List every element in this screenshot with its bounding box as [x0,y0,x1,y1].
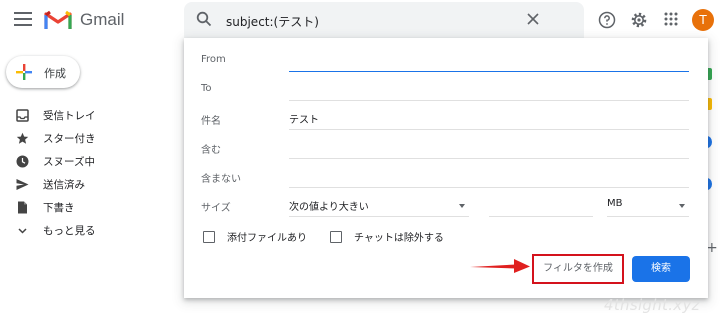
from-field[interactable] [289,50,689,72]
help-icon[interactable] [598,11,616,29]
sidebar-item-drafts[interactable]: 下書き [0,196,170,219]
watermark: 4thsight.xyz [604,296,700,314]
advanced-search-panel: From To 件名 含む 含まない サイズ 次の値より大きい MB [184,38,708,298]
size-label: サイズ [201,203,231,214]
size-operator-select[interactable]: 次の値より大きい [289,195,469,217]
apps-grid-icon[interactable] [663,11,679,27]
sidebar-item-more[interactable]: もっと見る [0,219,170,242]
sidebar-item-starred[interactable]: スター付き [0,127,170,150]
exclude-chats-checkbox[interactable] [330,231,342,243]
size-row: サイズ 次の値より大きい MB [184,195,708,217]
sidebar-item-label: スター付き [43,133,96,145]
compose-button[interactable]: 作成 [6,56,80,88]
account-avatar[interactable]: T [692,9,714,31]
has-attachment-checkbox[interactable] [203,231,215,243]
from-label: From [201,54,226,65]
annotation-arrow-icon [470,259,530,273]
has-attachment-label: 添付ファイルあり [227,233,307,244]
subject-field[interactable] [289,108,689,130]
not-words-row: 含まない [184,166,708,188]
sidebar-item-label: もっと見る [43,225,96,237]
settings-gear-icon[interactable] [630,11,648,29]
has-words-label: 含む [201,145,221,156]
sidebar-item-sent[interactable]: 送信済み [0,173,170,196]
to-row: To [184,79,708,101]
subject-row: 件名 [184,108,708,130]
main-menu-icon[interactable] [14,12,32,26]
not-words-field[interactable] [289,166,689,188]
sidebar-item-label: スヌーズ中 [43,156,95,168]
close-icon[interactable] [526,12,540,26]
sidebar-item-label: 下書き [43,202,75,214]
create-filter-button[interactable]: フィルタを作成 [532,254,624,284]
sidebar-item-snoozed[interactable]: スヌーズ中 [0,150,170,173]
to-label: To [201,83,212,94]
star-icon [16,132,29,144]
search-input[interactable] [224,9,528,33]
inbox-icon [16,109,29,122]
subject-label: 件名 [201,116,221,127]
top-bar: Gmail T [0,0,728,40]
draft-icon [18,201,27,214]
plus-icon [16,64,32,80]
has-words-row: 含む [184,137,708,159]
size-unit-select[interactable]: MB [607,195,689,217]
clock-icon [16,155,29,168]
to-field[interactable] [289,79,689,101]
search-button[interactable]: 検索 [632,256,690,282]
gmail-logo-text: Gmail [80,10,125,29]
size-operator-value: 次の値より大きい [289,202,369,213]
sidebar-item-label: 受信トレイ [43,110,96,122]
gmail-logo[interactable] [44,9,72,35]
exclude-chats-label: チャットは除外する [354,233,444,244]
search-icon[interactable] [196,11,212,27]
sidebar-item-inbox[interactable]: 受信トレイ [0,104,170,127]
dropdown-arrow-icon [679,204,685,208]
not-words-label: 含まない [201,174,241,185]
from-row: From [184,50,708,72]
size-value-input[interactable] [489,195,593,217]
chevron-down-icon [18,228,27,234]
compose-label: 作成 [44,67,66,80]
sidebar-item-label: 送信済み [43,179,85,191]
dropdown-arrow-icon [459,204,465,208]
sidebar-nav: 受信トレイ スター付き スヌーズ中 送信済み 下書き もっと見る [0,104,170,242]
has-words-field[interactable] [289,137,689,159]
size-unit-value: MB [607,198,623,209]
send-icon [16,179,29,190]
search-bar [184,2,584,38]
